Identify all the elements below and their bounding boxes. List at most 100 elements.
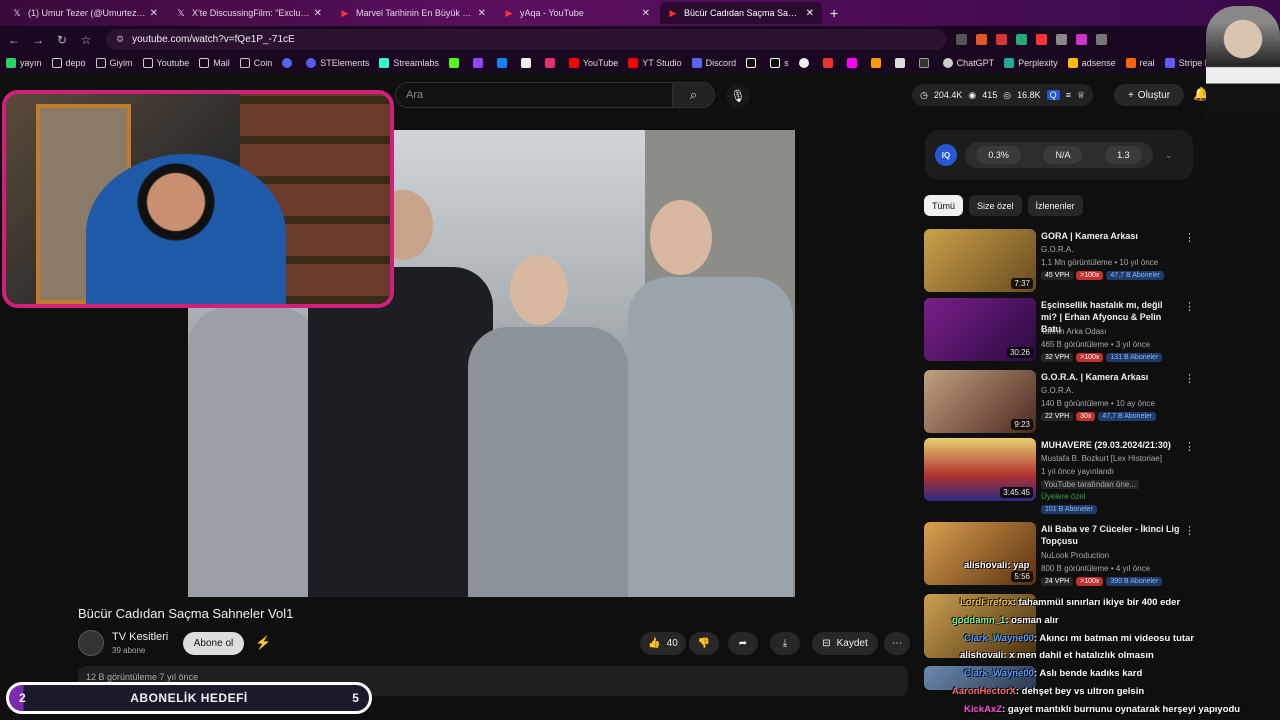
save-button[interactable]: ⊟ Kaydet	[812, 632, 878, 655]
bookmark-item[interactable]	[282, 58, 296, 68]
search-box[interactable]: Ara ⌕	[395, 82, 715, 108]
forward-icon[interactable]: →	[28, 33, 48, 47]
bookmark-item[interactable]: Youtube	[142, 58, 189, 68]
recommendation-title[interactable]: G.O.R.A. | Kamera Arkası	[1041, 371, 1181, 383]
bookmark-item[interactable]	[822, 58, 837, 68]
video-thumbnail[interactable]: 3:45:45	[924, 438, 1036, 501]
bookmark-item[interactable]: Discord	[691, 58, 736, 68]
extension-icon[interactable]	[996, 34, 1007, 45]
bookmark-item[interactable]	[448, 58, 463, 68]
extension-icon[interactable]	[1056, 34, 1067, 45]
recommendation-channel[interactable]: Mustafa B. Bozkurt [Lex Historiae]	[1041, 454, 1162, 463]
recommendation-item[interactable]: 9:23 G.O.R.A. | Kamera Arkası G.O.R.A. 1…	[924, 370, 1274, 434]
bookmark-item[interactable]	[520, 58, 535, 68]
video-thumbnail[interactable]: 5:56	[924, 522, 1036, 585]
recommendation-channel[interactable]: Tarihin Arka Odası	[1041, 327, 1106, 336]
channel-avatar[interactable]	[78, 630, 104, 656]
browser-tab[interactable]: ▶ Marvel Tarihinin En Büyük Sızıntısı! A ✕	[332, 2, 494, 24]
bookmark-item[interactable]	[894, 58, 909, 68]
close-icon[interactable]: ✕	[314, 8, 322, 19]
bookmark-item[interactable]: Mail	[199, 58, 230, 68]
more-vert-icon[interactable]: ⋮	[1184, 524, 1195, 537]
browser-tab[interactable]: ▶ yAqa - YouTube ✕	[496, 2, 658, 24]
close-icon[interactable]: ✕	[642, 8, 650, 19]
chip-all[interactable]: Tümü	[924, 195, 964, 216]
recommendation-title[interactable]: Ali Baba ve 7 Cüceler - İkinci Lig Topçu…	[1041, 523, 1181, 547]
more-vert-icon[interactable]: ⋮	[1184, 372, 1195, 385]
url-field[interactable]: ⚙ youtube.com/watch?v=fQe1P_-71cE	[106, 29, 946, 50]
reload-icon[interactable]: ↻	[52, 33, 72, 47]
create-button[interactable]: + Oluştur	[1114, 84, 1184, 106]
channel-name[interactable]: TV Kesitleri	[112, 631, 168, 643]
trophy-icon[interactable]: ♕	[1077, 90, 1085, 101]
browser-tab[interactable]: 𝕏 X'te DiscussingFilm: "Exclusive clip fr…	[168, 2, 330, 24]
bookmark-item[interactable]	[846, 58, 861, 68]
recommendation-item[interactable]: 7:37 GORA | Kamera Arkası G.O.R.A. 1,1 M…	[924, 229, 1274, 293]
extension-icon[interactable]	[1096, 34, 1107, 45]
bookmark-item[interactable]: ChatGPT	[942, 58, 994, 68]
back-icon[interactable]: ←	[4, 33, 24, 47]
close-icon[interactable]: ✕	[150, 8, 158, 19]
recommendation-channel[interactable]: G.O.R.A.	[1041, 386, 1073, 395]
bookmark-item[interactable]: Giyim	[95, 58, 133, 68]
download-button[interactable]: ⤓	[770, 632, 800, 655]
video-thumbnail[interactable]: 9:23	[924, 370, 1036, 433]
bookmark-item[interactable]: YouTube	[568, 58, 618, 68]
close-icon[interactable]: ✕	[806, 8, 814, 19]
recommendation-title[interactable]: GORA | Kamera Arkası	[1041, 230, 1181, 242]
extension-icon[interactable]	[1016, 34, 1027, 45]
extension-icon[interactable]	[956, 34, 967, 45]
dislike-button[interactable]: 👎	[689, 632, 719, 655]
bookmark-item[interactable]: Perplexity	[1004, 58, 1058, 68]
recommendation-item[interactable]: 5:56 Ali Baba ve 7 Cüceler - İkinci Lig …	[924, 522, 1274, 586]
iq-icon[interactable]: Q	[1046, 90, 1060, 100]
more-vert-icon[interactable]: ⋮	[1184, 300, 1195, 313]
like-button[interactable]: 👍 40	[640, 632, 686, 655]
share-button[interactable]: ➦	[728, 632, 758, 655]
search-input[interactable]: Ara	[396, 89, 672, 101]
more-vert-icon[interactable]: ⋮	[1184, 231, 1195, 244]
browser-tab[interactable]: 𝕏 (1) Umur Tezer (@Umurtezer) / X ✕	[4, 2, 166, 24]
recommendation-item[interactable]: 3:45:45 MUHAVERE (29.03.2024/21:30) Must…	[924, 438, 1274, 518]
more-vert-icon[interactable]: ⋮	[1184, 440, 1195, 453]
bookmark-item[interactable]	[918, 58, 933, 68]
bookmark-item[interactable]: Streamlabs	[379, 58, 439, 68]
list-icon[interactable]: ≡	[1066, 90, 1071, 100]
chip-for-you[interactable]: Size özel	[969, 195, 1022, 216]
bookmark-icon[interactable]: ☆	[76, 33, 96, 47]
bookmark-item[interactable]: s	[770, 58, 789, 68]
subscribe-button[interactable]: Abone ol	[183, 632, 244, 655]
bookmark-item[interactable]: depo	[51, 58, 86, 68]
extension-icon[interactable]	[1076, 34, 1087, 45]
extension-icon[interactable]	[1036, 34, 1047, 45]
bolt-icon[interactable]: ⚡	[255, 635, 271, 651]
bookmark-item[interactable]: adsense	[1067, 58, 1116, 68]
bookmark-item[interactable]: real	[1125, 58, 1155, 68]
more-actions-button[interactable]: ⋯	[884, 632, 910, 655]
recommendation-item[interactable]: 30:26 Eşcinsellik hastalık mı, değil mi?…	[924, 298, 1274, 362]
bookmark-item[interactable]	[870, 58, 885, 68]
new-tab-button[interactable]: +	[830, 5, 838, 21]
video-thumbnail[interactable]: 7:37	[924, 229, 1036, 292]
search-icon[interactable]: ⌕	[672, 83, 714, 107]
bookmark-item[interactable]	[746, 58, 760, 68]
close-icon[interactable]: ✕	[478, 8, 486, 19]
bookmark-item[interactable]: yayın	[6, 58, 42, 68]
browser-tab-active[interactable]: ▶ Bücür Cadıdan Saçma Sahnel ✕	[660, 2, 822, 24]
recommendation-title[interactable]: MUHAVERE (29.03.2024/21:30)	[1041, 439, 1181, 451]
bookmark-item[interactable]	[544, 58, 559, 68]
video-thumbnail[interactable]: 30:26	[924, 298, 1036, 361]
bookmark-item[interactable]: YT Studio	[628, 58, 682, 68]
recommendation-channel[interactable]: G.O.R.A.	[1041, 245, 1073, 254]
chevron-down-icon[interactable]: ⌄	[1165, 150, 1173, 161]
microphone-icon[interactable]: 🎙	[726, 84, 750, 108]
bookmark-item[interactable]	[472, 58, 487, 68]
bookmark-item[interactable]: STElements	[306, 58, 369, 68]
bookmark-item[interactable]	[798, 58, 813, 68]
bookmark-item[interactable]	[496, 58, 511, 68]
bookmark-item[interactable]: Coin	[239, 58, 272, 68]
brave-icon[interactable]	[976, 34, 987, 45]
recommendation-channel[interactable]: NuLook Production	[1041, 551, 1109, 560]
site-info-icon[interactable]: ⚙	[116, 34, 124, 45]
chip-watched[interactable]: İzlenenler	[1027, 195, 1083, 216]
